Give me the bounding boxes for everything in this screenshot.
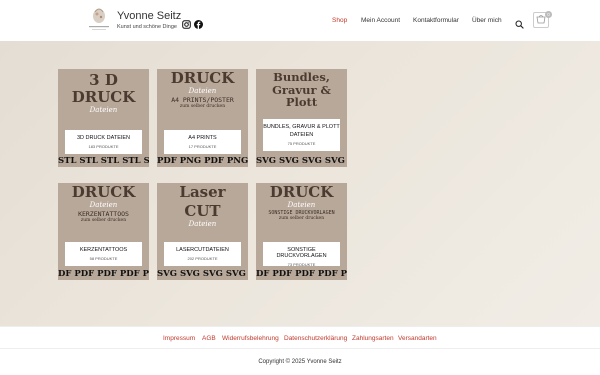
category-label[interactable]: 3D DRUCK DATEIEN 183 PRODUKTE <box>65 130 142 154</box>
footer-link-datenschutzerklaerung[interactable]: Datenschutzerklärung <box>284 335 347 342</box>
category-card[interactable]: Laser CUT Dateien LASERCUTDATEIEN 202 PR… <box>157 183 248 280</box>
category-image: Bundles, Gravur & Plott <box>272 70 331 109</box>
category-count: 73 PRODUKTE <box>287 262 316 267</box>
category-name: LASERCUTDATEIEN <box>176 247 229 253</box>
category-card[interactable]: DRUCK Dateien KERZENTATTOOS zum selber d… <box>58 183 149 280</box>
category-label[interactable]: KERZENTATTOOS 58 PRODUKTE <box>65 242 142 266</box>
category-name: KERZENTATTOOS <box>79 247 128 253</box>
category-strip: DF PDF PDF PDF PDF PDF PDF PDF <box>58 269 149 280</box>
nav-shop[interactable]: Shop <box>332 17 347 24</box>
footer-link-agb[interactable]: AGB <box>202 335 216 342</box>
category-card[interactable]: DRUCK Dateien SONSTIGE DRUCKVORLAGEN zum… <box>256 183 347 280</box>
category-card[interactable]: 3 D DRUCK Dateien 3D DRUCK DATEIEN 183 P… <box>58 69 149 167</box>
category-strip: DF PDF PDF PDF PDF PDF PDF PDF <box>256 269 347 280</box>
category-name: BUNDLES, GRAVUR & PLOTT DATEIEN <box>263 124 340 138</box>
category-card[interactable]: Bundles, Gravur & Plott BUNDLES, GRAVUR … <box>256 69 347 167</box>
category-count: 183 PRODUKTE <box>88 144 119 149</box>
shop-main: 3 D DRUCK Dateien 3D DRUCK DATEIEN 183 P… <box>0 41 600 326</box>
facebook-icon[interactable] <box>194 16 203 29</box>
search-icon[interactable] <box>515 16 524 29</box>
instagram-icon[interactable] <box>182 16 191 29</box>
footer-link-zahlungsarten[interactable]: Zahlungsarten <box>352 335 394 342</box>
site-title[interactable]: Yvonne Seitz <box>117 10 181 22</box>
nav-kontaktformular[interactable]: Kontaktformular <box>413 17 459 24</box>
category-count: 75 PRODUKTE <box>287 140 316 146</box>
category-label[interactable]: SONSTIGE DRUCKVORLAGEN 73 PRODUKTE <box>263 242 340 267</box>
site-header: Yvonne Seitz Kunst und schöne Dinge Shop… <box>0 0 600 41</box>
category-count: 17 PRODUKTE <box>188 144 217 149</box>
category-label[interactable]: LASERCUTDATEIEN 202 PRODUKTE <box>164 242 241 266</box>
footer-nav: Impressum AGB Widerrufsbelehrung Datensc… <box>0 326 600 348</box>
category-name: SONSTIGE DRUCKVORLAGEN <box>276 247 327 259</box>
category-label[interactable]: BUNDLES, GRAVUR & PLOTT DATEIEN 75 PRODU… <box>263 119 340 151</box>
footer-link-widerrufsbelehrung[interactable]: Widerrufsbelehrung <box>222 335 279 342</box>
footer-link-versandarten[interactable]: Versandarten <box>398 335 437 342</box>
copyright: Copyright © 2025 Yvonne Seitz <box>0 348 600 375</box>
category-strip: STL STL STL STL STL STL STL <box>58 156 149 167</box>
footer-link-impressum[interactable]: Impressum <box>163 335 195 342</box>
category-label[interactable]: A4 PRINTS 17 PRODUKTE <box>164 130 241 154</box>
category-strip: SVG SVG SVG SVG SVG SVG SVG <box>256 156 347 167</box>
category-card[interactable]: DRUCK Dateien A4 PRINTS/POSTER zum selbe… <box>157 69 248 167</box>
nav-mein-account[interactable]: Mein Account <box>361 17 400 24</box>
category-count: 58 PRODUKTE <box>89 256 118 261</box>
category-strip: PDF PNG PDF PNG PDF PNG PDF <box>157 156 248 167</box>
category-strip: SVG SVG SVG SVG SVG SVG SVG <box>157 269 248 280</box>
category-name: 3D DRUCK DATEIEN <box>76 135 131 141</box>
site-tagline: Kunst und schöne Dinge <box>117 24 177 30</box>
cart-count-badge: 0 <box>545 11 552 18</box>
site-logo[interactable] <box>85 4 113 34</box>
category-name: A4 PRINTS <box>188 135 217 141</box>
category-count: 202 PRODUKTE <box>187 256 218 261</box>
nav-ueber-mich[interactable]: Über mich <box>472 17 502 24</box>
